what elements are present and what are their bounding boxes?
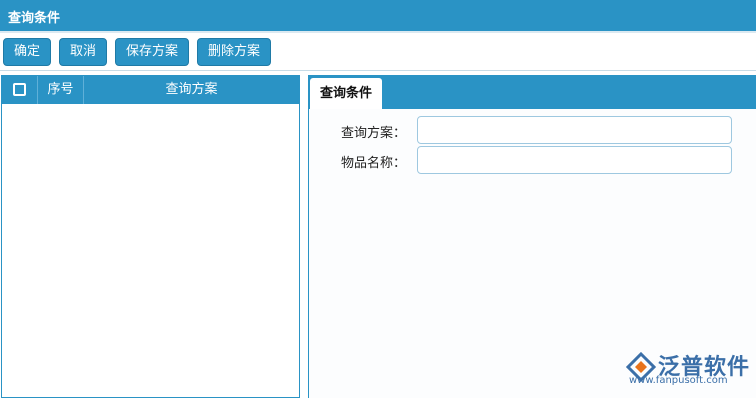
query-plan-label: 查询方案：	[340, 126, 406, 141]
item-name-input[interactable]	[417, 146, 732, 174]
delete-plan-button[interactable]: 删除方案	[197, 38, 271, 66]
query-plan-input[interactable]	[417, 116, 732, 144]
brand-logo: 泛普软件 www.fanpusoft.com	[622, 348, 752, 390]
toolbar: 确定 取消 保存方案 删除方案	[0, 33, 756, 71]
save-plan-button[interactable]: 保存方案	[115, 38, 189, 66]
select-all-cell	[2, 76, 38, 104]
tab-strip: 查询条件	[309, 75, 756, 109]
tab-query-conditions[interactable]: 查询条件	[310, 78, 382, 109]
logo-url: www.fanpusoft.com	[629, 375, 728, 386]
window-titlebar: 查询条件	[0, 0, 756, 31]
item-name-label: 物品名称：	[340, 156, 406, 171]
window-title: 查询条件	[8, 11, 61, 26]
column-header-plan[interactable]: 查询方案	[84, 76, 299, 104]
confirm-button[interactable]: 确定	[3, 38, 51, 66]
column-header-seq[interactable]: 序号	[38, 76, 84, 104]
plan-list-grid: 序号 查询方案	[1, 75, 300, 398]
grid-header: 序号 查询方案	[2, 76, 299, 104]
select-all-checkbox[interactable]	[13, 83, 26, 96]
cancel-button[interactable]: 取消	[59, 38, 107, 66]
